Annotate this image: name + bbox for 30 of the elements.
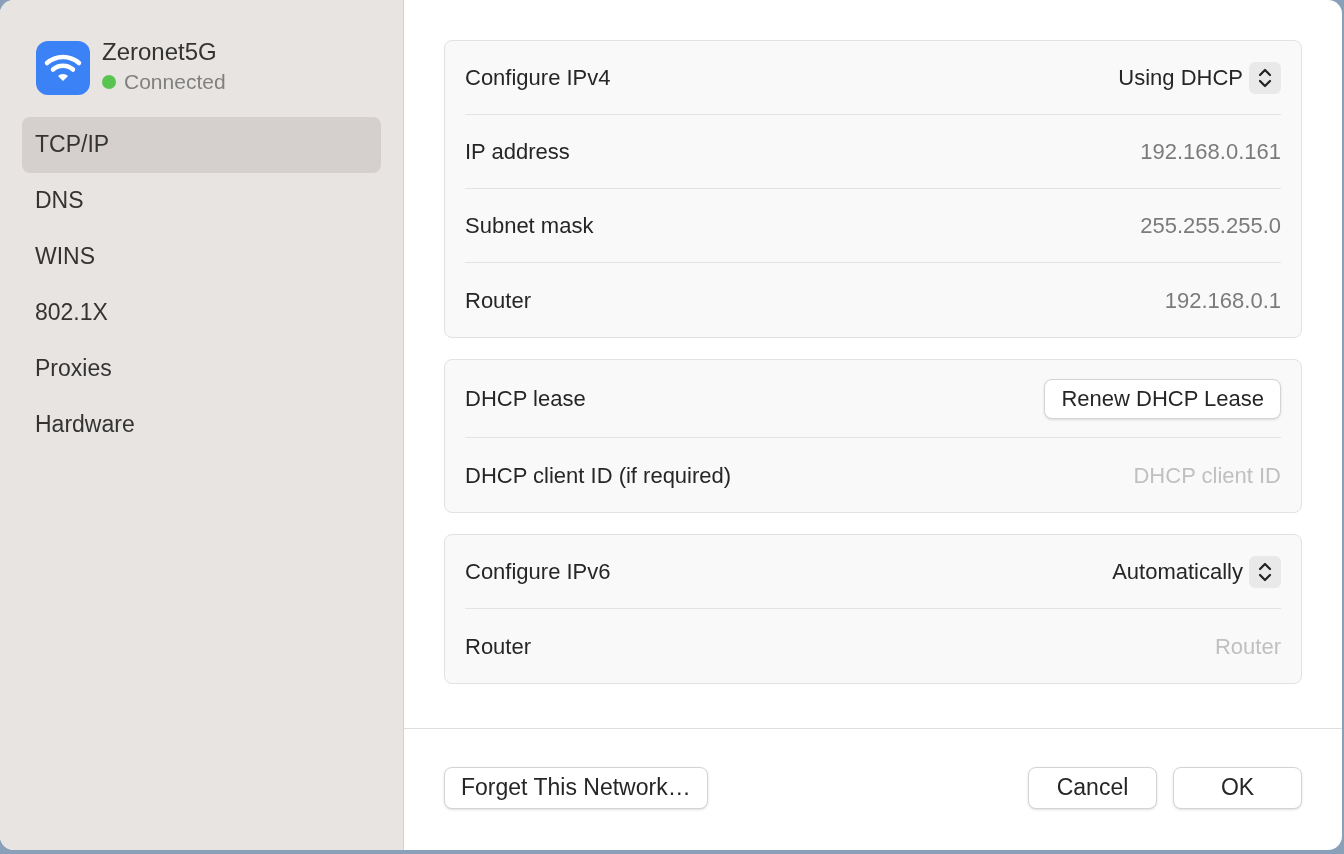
dialog-button[interactable]: Cancel [1028, 766, 1157, 809]
sidebar-item[interactable]: DNS [22, 172, 381, 229]
row-label: Configure IPv6 [465, 558, 611, 586]
sidebar-item[interactable]: Proxies [22, 340, 381, 397]
renew-lease-button[interactable]: Renew DHCP Lease [1044, 378, 1281, 419]
network-name: Zeronet5G [102, 38, 218, 66]
stepper-icon[interactable] [1249, 61, 1281, 94]
status-text: Connected [124, 69, 226, 95]
select-value[interactable]: Using DHCP [1118, 61, 1243, 94]
row-label: DHCP lease [465, 385, 586, 413]
field-value: 192.168.0.161 [1140, 138, 1281, 166]
input-field[interactable]: DHCP client ID [981, 458, 1281, 492]
stepper-icon[interactable] [1249, 555, 1281, 588]
row-label: DHCP client ID (if required) [465, 461, 732, 490]
forget-network-button[interactable]: Forget This Network… [444, 766, 708, 809]
select-value[interactable]: Automatically [1112, 555, 1243, 588]
wifi-icon [36, 40, 90, 95]
sidebar-item[interactable]: 802.1X [22, 284, 381, 341]
input-field[interactable]: Router [981, 629, 1281, 663]
row-label: Configure IPv4 [465, 64, 611, 92]
field-value: 255.255.255.0 [1140, 212, 1281, 240]
row-label: Router [465, 286, 532, 315]
field-value: 192.168.0.1 [1164, 286, 1281, 315]
row-label: Router [465, 632, 532, 661]
dialog-button[interactable]: OK [1173, 766, 1302, 809]
sidebar-item[interactable]: WINS [22, 228, 381, 285]
row-label: Subnet mask [465, 212, 594, 240]
sidebar-item[interactable]: TCP/IP [22, 116, 381, 173]
sidebar-item[interactable]: Hardware [22, 396, 381, 453]
row-label: IP address [465, 138, 570, 166]
